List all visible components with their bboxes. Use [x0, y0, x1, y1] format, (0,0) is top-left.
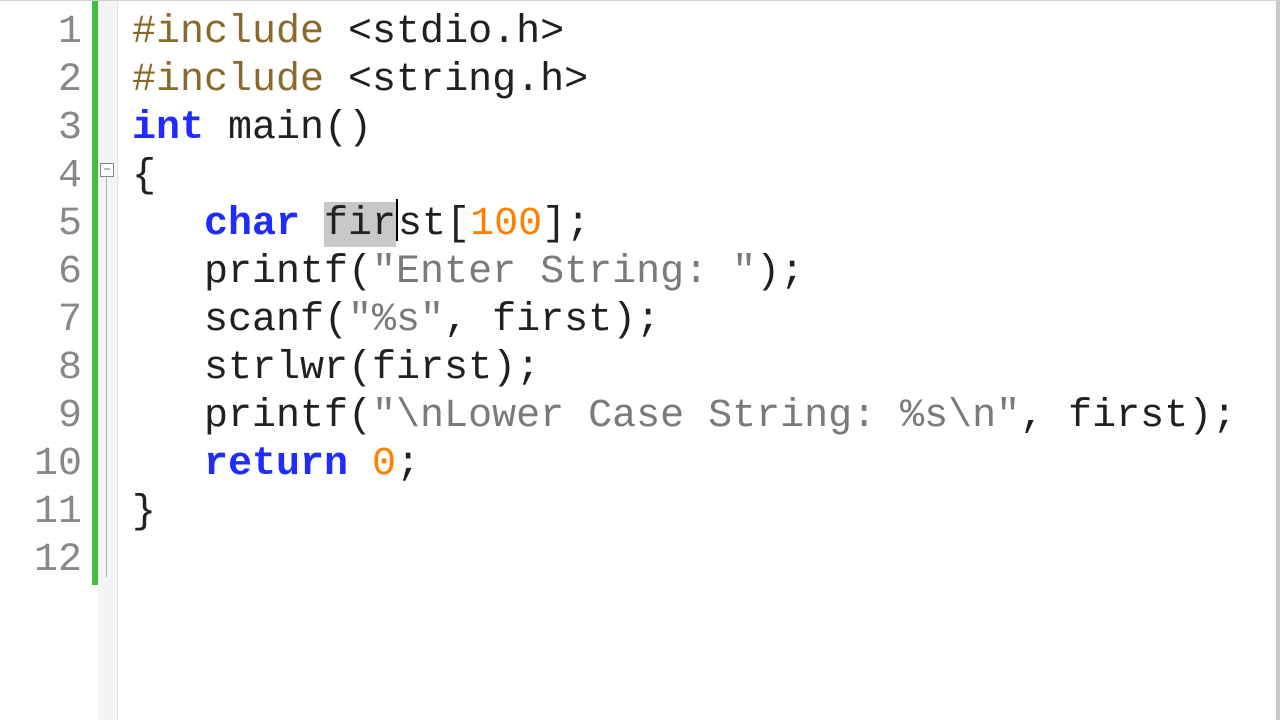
number-literal: 100: [470, 202, 542, 247]
open-brace: {: [132, 154, 156, 199]
function-call: scanf: [204, 298, 324, 343]
comma: ,: [444, 298, 492, 343]
identifier: first: [372, 346, 492, 391]
keyword-char: char: [204, 202, 300, 247]
scrollbar-track[interactable]: [1276, 0, 1280, 720]
fold-toggle[interactable]: −: [100, 163, 114, 177]
close-brace: }: [132, 490, 156, 535]
code-editor: 1 2 3 4 5 6 7 8 9 10 11 12 − #include <s…: [0, 0, 1280, 720]
code-line[interactable]: printf("Enter String: ");: [132, 249, 1276, 297]
code-line[interactable]: int main(): [132, 105, 1276, 153]
string-literal: "\nLower Case String: %s\n": [372, 394, 1020, 439]
line-number: 10: [0, 441, 92, 489]
line-number: 6: [0, 249, 92, 297]
paren: ): [612, 298, 636, 343]
text-caret: [396, 199, 398, 241]
bracket: ]: [542, 202, 566, 247]
function-call: printf: [204, 394, 348, 439]
line-number: 7: [0, 297, 92, 345]
code-line[interactable]: printf("\nLower Case String: %s\n", firs…: [132, 393, 1276, 441]
identifier: st: [398, 202, 446, 247]
function-main: main: [228, 106, 324, 151]
paren: (: [324, 298, 348, 343]
space: [204, 106, 228, 151]
keyword-int: int: [132, 106, 204, 151]
semicolon: ;: [780, 250, 804, 295]
paren: ): [1188, 394, 1212, 439]
fold-guide-line: [106, 177, 107, 577]
preprocessor-directive: #include: [132, 58, 348, 103]
line-number: 2: [0, 57, 92, 105]
function-call: strlwr: [204, 346, 348, 391]
line-number: 5: [0, 201, 92, 249]
code-line[interactable]: {: [132, 153, 1276, 201]
identifier: first: [1068, 394, 1188, 439]
include-file: <string.h>: [348, 58, 588, 103]
selected-text: fir: [324, 202, 396, 247]
line-number: 9: [0, 393, 92, 441]
parens: (): [324, 106, 372, 151]
space: [348, 442, 372, 487]
line-number: 11: [0, 489, 92, 537]
preprocessor-directive: #include: [132, 10, 348, 55]
function-call: printf: [204, 250, 348, 295]
line-number: 12: [0, 537, 92, 585]
include-file: <stdio.h>: [348, 10, 564, 55]
line-number: 3: [0, 105, 92, 153]
code-line[interactable]: return 0;: [132, 441, 1276, 489]
code-line[interactable]: scanf("%s", first);: [132, 297, 1276, 345]
paren: ): [492, 346, 516, 391]
code-area[interactable]: #include <stdio.h> #include <string.h> i…: [118, 0, 1276, 720]
bracket: [: [446, 202, 470, 247]
paren: (: [348, 346, 372, 391]
semicolon: ;: [566, 202, 590, 247]
code-line[interactable]: strlwr(first);: [132, 345, 1276, 393]
fold-column: −: [98, 0, 118, 720]
semicolon: ;: [1212, 394, 1236, 439]
identifier: first: [492, 298, 612, 343]
comma: ,: [1020, 394, 1068, 439]
keyword-return: return: [204, 442, 348, 487]
line-number: 4: [0, 153, 92, 201]
space: [300, 202, 324, 247]
code-line[interactable]: }: [132, 489, 1276, 537]
number-literal: 0: [372, 442, 396, 487]
semicolon: ;: [636, 298, 660, 343]
code-line[interactable]: #include <string.h>: [132, 57, 1276, 105]
code-line[interactable]: [132, 537, 1276, 585]
semicolon: ;: [516, 346, 540, 391]
paren: (: [348, 250, 372, 295]
line-number-gutter: 1 2 3 4 5 6 7 8 9 10 11 12: [0, 0, 92, 720]
semicolon: ;: [396, 442, 420, 487]
paren: (: [348, 394, 372, 439]
string-literal: "Enter String: ": [372, 250, 756, 295]
line-number: 8: [0, 345, 92, 393]
line-number: 1: [0, 9, 92, 57]
code-line[interactable]: char first[100];: [132, 201, 1276, 249]
string-literal: "%s": [348, 298, 444, 343]
code-line[interactable]: #include <stdio.h>: [132, 9, 1276, 57]
paren: ): [756, 250, 780, 295]
